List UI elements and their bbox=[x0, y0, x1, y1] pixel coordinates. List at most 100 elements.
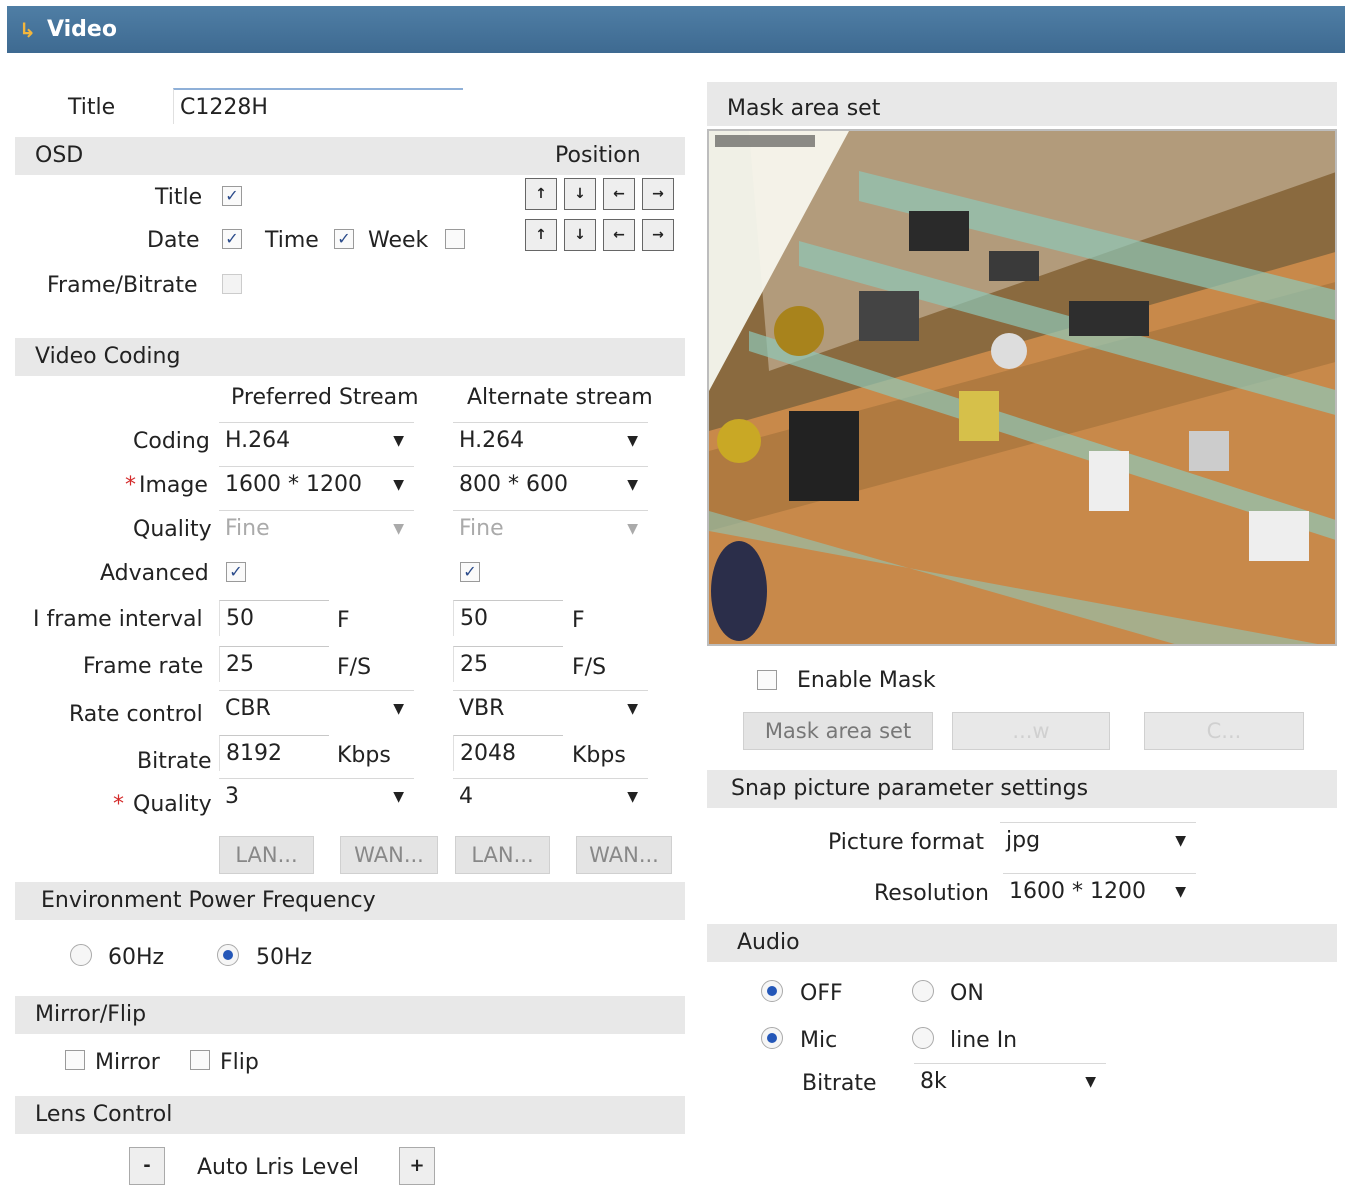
lens-control-heading: Lens Control bbox=[35, 1102, 173, 1127]
audio-off-radio[interactable] bbox=[761, 980, 783, 1002]
image-label: Image bbox=[139, 473, 208, 498]
date-position-right-button[interactable]: → bbox=[642, 219, 674, 251]
60hz-label: 60Hz bbox=[108, 945, 165, 970]
alt-wan-button[interactable]: WAN... bbox=[576, 836, 672, 874]
pref-iframe-input[interactable]: 50 bbox=[219, 600, 329, 636]
snap-picture-heading: Snap picture parameter settings bbox=[731, 776, 1089, 801]
audio-bitrate-value: 8k bbox=[920, 1069, 947, 1094]
pref-iframe-unit: F bbox=[337, 608, 350, 633]
alt-lan-button[interactable]: LAN... bbox=[455, 836, 550, 874]
auto-iris-level-label: Auto Lris Level bbox=[197, 1155, 360, 1180]
iris-increase-button[interactable]: + bbox=[399, 1147, 435, 1185]
date-position-left-button[interactable]: ← bbox=[603, 219, 635, 251]
osd-time-checkbox[interactable]: ✓ bbox=[334, 229, 354, 249]
window-title-bar: ↳ Video bbox=[7, 6, 1345, 53]
osd-frame-bitrate-label: Frame/Bitrate bbox=[47, 273, 198, 298]
flip-checkbox[interactable] bbox=[190, 1050, 210, 1070]
snap-picture-section-header: Snap picture parameter settings bbox=[707, 770, 1337, 808]
alt-advanced-checkbox[interactable]: ✓ bbox=[460, 562, 480, 582]
window-title: Video bbox=[47, 17, 117, 42]
picture-format-select[interactable]: jpg ▼ bbox=[1000, 822, 1196, 860]
pref-frame-rate-input[interactable]: 25 bbox=[219, 646, 329, 682]
60hz-radio[interactable] bbox=[70, 944, 92, 966]
title-position-right-button[interactable]: → bbox=[642, 178, 674, 210]
picture-format-label: Picture format bbox=[828, 830, 985, 855]
osd-heading: OSD bbox=[35, 143, 84, 168]
audio-heading: Audio bbox=[737, 930, 800, 955]
pref-bitrate-input[interactable]: 8192 bbox=[219, 735, 329, 771]
pref-quality2-value: 3 bbox=[225, 784, 239, 809]
alt-rate-control-value: VBR bbox=[459, 696, 505, 721]
pref-quality2-select[interactable]: 3 ▼ bbox=[219, 778, 414, 816]
alt-image-select[interactable]: 800 * 600 ▼ bbox=[453, 466, 648, 504]
title-position-left-button[interactable]: ← bbox=[603, 178, 635, 210]
pref-lan-button[interactable]: LAN... bbox=[219, 836, 314, 874]
title-position-down-button[interactable]: ↓ bbox=[564, 178, 596, 210]
audio-mic-radio[interactable] bbox=[761, 1027, 783, 1049]
audio-line-in-label: line In bbox=[950, 1028, 1018, 1053]
chevron-down-icon: ▼ bbox=[1175, 884, 1186, 900]
chevron-down-icon: ▼ bbox=[627, 521, 638, 537]
alt-quality2-select[interactable]: 4 ▼ bbox=[453, 778, 648, 816]
pref-image-select[interactable]: 1600 * 1200 ▼ bbox=[219, 466, 414, 504]
pref-image-value: 1600 * 1200 bbox=[225, 472, 362, 497]
mirror-checkbox[interactable] bbox=[65, 1050, 85, 1070]
iris-decrease-button[interactable]: - bbox=[129, 1147, 165, 1185]
osd-week-checkbox[interactable] bbox=[445, 229, 465, 249]
rate-control-label: Rate control bbox=[69, 702, 203, 727]
mask-area-section-header: Mask area set bbox=[707, 82, 1337, 126]
lens-control-section-header: Lens Control bbox=[15, 1096, 685, 1134]
quality2-required-mark: * bbox=[113, 792, 124, 817]
power-frequency-section-header: Environment Power Frequency bbox=[15, 882, 685, 920]
alt-iframe-input[interactable]: 50 bbox=[453, 600, 563, 636]
pref-coding-select[interactable]: H.264 ▼ bbox=[219, 422, 414, 460]
date-position-up-button[interactable]: ↑ bbox=[525, 219, 557, 251]
audio-line-in-radio[interactable] bbox=[912, 1027, 934, 1049]
audio-bitrate-select[interactable]: 8k ▼ bbox=[914, 1063, 1106, 1101]
audio-on-label: ON bbox=[950, 981, 984, 1006]
alt-image-value: 800 * 600 bbox=[459, 472, 568, 497]
50hz-label: 50Hz bbox=[256, 945, 313, 970]
pref-advanced-checkbox[interactable]: ✓ bbox=[226, 562, 246, 582]
osd-time-label: Time bbox=[265, 228, 319, 253]
osd-frame-bitrate-checkbox[interactable] bbox=[222, 274, 242, 294]
pref-quality-value: Fine bbox=[225, 516, 270, 541]
osd-date-checkbox[interactable]: ✓ bbox=[222, 229, 242, 249]
frame-rate-label: Frame rate bbox=[83, 654, 204, 679]
title-input[interactable]: C1228H bbox=[173, 88, 463, 124]
alt-rate-control-select[interactable]: VBR ▼ bbox=[453, 690, 648, 728]
osd-date-label: Date bbox=[147, 228, 200, 253]
camera-preview[interactable] bbox=[707, 129, 1337, 646]
bitrate-label: Bitrate bbox=[137, 749, 212, 774]
quality2-label: Quality bbox=[133, 792, 212, 817]
alt-coding-select[interactable]: H.264 ▼ bbox=[453, 422, 648, 460]
chevron-down-icon: ▼ bbox=[1175, 833, 1186, 849]
mask-draw-button[interactable]: ...w bbox=[952, 712, 1110, 750]
title-label: Title bbox=[68, 95, 116, 120]
chevron-down-icon: ▼ bbox=[393, 701, 404, 717]
alt-bitrate-input[interactable]: 2048 bbox=[453, 735, 563, 771]
video-coding-heading: Video Coding bbox=[35, 344, 181, 369]
mask-clear-button[interactable]: C... bbox=[1144, 712, 1304, 750]
pref-wan-button[interactable]: WAN... bbox=[340, 836, 438, 874]
alt-frame-rate-input[interactable]: 25 bbox=[453, 646, 563, 682]
chevron-down-icon: ▼ bbox=[393, 433, 404, 449]
audio-bitrate-label: Bitrate bbox=[802, 1071, 877, 1096]
enable-mask-checkbox[interactable] bbox=[757, 670, 777, 690]
mirror-label: Mirror bbox=[95, 1050, 160, 1075]
title-position-up-button[interactable]: ↑ bbox=[525, 178, 557, 210]
resolution-select[interactable]: 1600 * 1200 ▼ bbox=[1003, 873, 1196, 911]
alt-quality-select[interactable]: Fine ▼ bbox=[453, 510, 648, 548]
date-position-down-button[interactable]: ↓ bbox=[564, 219, 596, 251]
50hz-radio[interactable] bbox=[217, 944, 239, 966]
osd-title-checkbox[interactable]: ✓ bbox=[222, 186, 242, 206]
audio-on-radio[interactable] bbox=[912, 980, 934, 1002]
chevron-down-icon: ▼ bbox=[627, 701, 638, 717]
mask-area-set-button[interactable]: Mask area set bbox=[743, 712, 933, 750]
mirror-flip-heading: Mirror/Flip bbox=[35, 1002, 147, 1027]
chevron-down-icon: ▼ bbox=[393, 789, 404, 805]
video-coding-section-header: Video Coding bbox=[15, 338, 685, 376]
pref-rate-control-select[interactable]: CBR ▼ bbox=[219, 690, 414, 728]
pref-quality-select[interactable]: Fine ▼ bbox=[219, 510, 414, 548]
audio-section-header: Audio bbox=[707, 924, 1337, 962]
